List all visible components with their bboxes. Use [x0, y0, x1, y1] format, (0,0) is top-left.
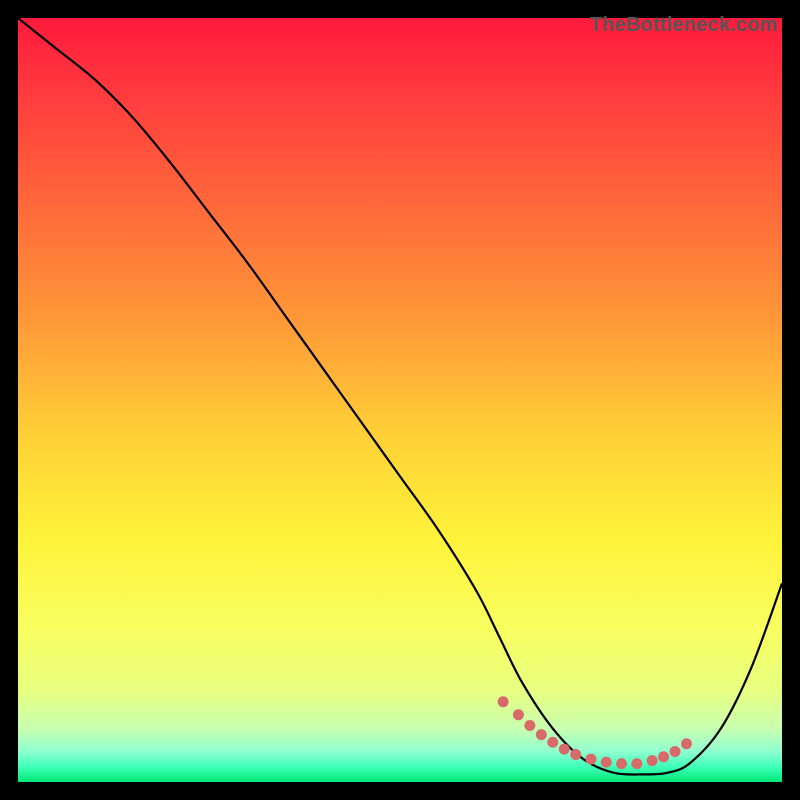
highlight-dot — [547, 737, 558, 748]
highlight-dot — [498, 696, 509, 707]
gradient-background — [18, 18, 782, 782]
highlight-dot — [536, 729, 547, 740]
highlight-dot — [681, 738, 692, 749]
watermark-label: TheBottleneck.com — [590, 14, 778, 37]
highlight-dot — [658, 751, 669, 762]
plot-area — [18, 18, 782, 782]
highlight-dot — [670, 746, 681, 757]
highlight-dot — [647, 755, 658, 766]
highlight-dot — [616, 758, 627, 769]
highlight-dot — [524, 720, 535, 731]
highlight-dot — [601, 757, 612, 768]
highlight-dot — [631, 758, 642, 769]
chart-container: TheBottleneck.com — [18, 18, 782, 782]
highlight-dot — [586, 754, 597, 765]
chart-svg — [18, 18, 782, 782]
highlight-dot — [570, 749, 581, 760]
highlight-dot — [513, 709, 524, 720]
highlight-dot — [559, 744, 570, 755]
